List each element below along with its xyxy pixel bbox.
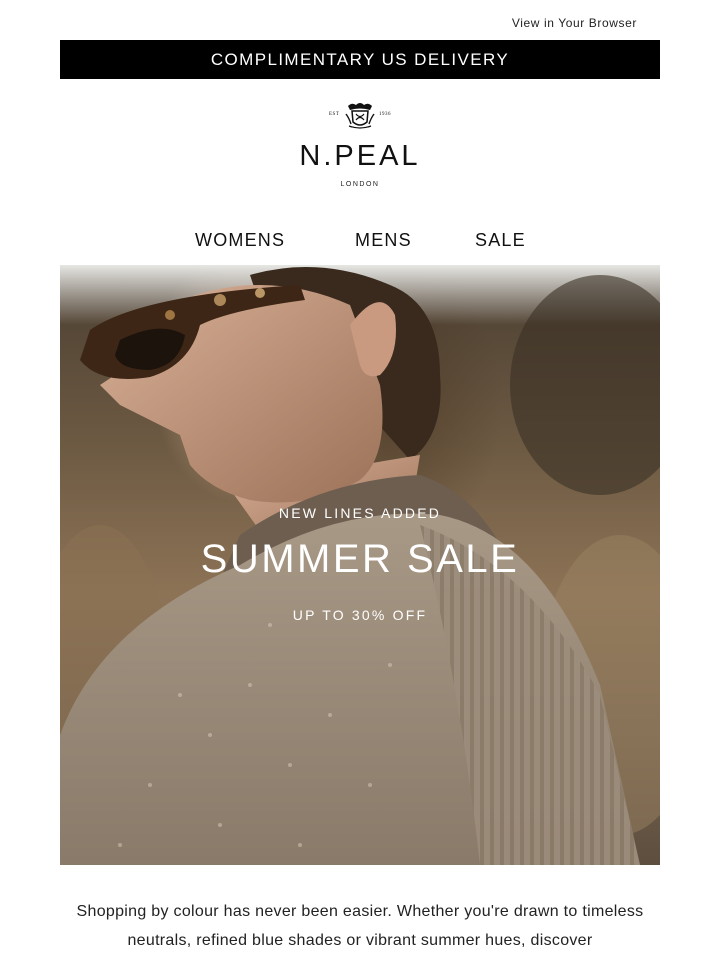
crest-year: 1936 (379, 112, 391, 117)
body-copy: Shopping by colour has never been easier… (76, 903, 644, 949)
promo-text: COMPLIMENTARY US DELIVERY (210, 49, 510, 69)
promo-banner[interactable]: COMPLIMENTARY US DELIVERY (60, 40, 660, 79)
brand-location: LONDON (340, 181, 380, 188)
crest-icon (345, 103, 375, 129)
nav-item-sale[interactable]: SALE (475, 230, 526, 251)
hero-eyebrow: NEW LINES ADDED (278, 505, 442, 521)
crest-est: EST (329, 112, 340, 117)
crest: EST 1936 (315, 98, 405, 132)
main-nav: WOMENS MENS SALE (0, 230, 720, 254)
hero-headline: SUMMER SALE (200, 537, 520, 581)
hero-subline: UP TO 30% OFF (292, 607, 428, 623)
nav-item-mens[interactable]: MENS (355, 230, 412, 251)
hero-image[interactable]: NEW LINES ADDED SUMMER SALE UP TO 30% OF… (60, 265, 660, 865)
nav-item-womens[interactable]: WOMENS (195, 230, 285, 251)
view-in-browser-link[interactable]: View in Your Browser (512, 16, 637, 30)
brand-name: N.PEAL (299, 140, 421, 172)
brand-logo[interactable]: EST 1936 N.PEAL LONDON (0, 98, 720, 188)
